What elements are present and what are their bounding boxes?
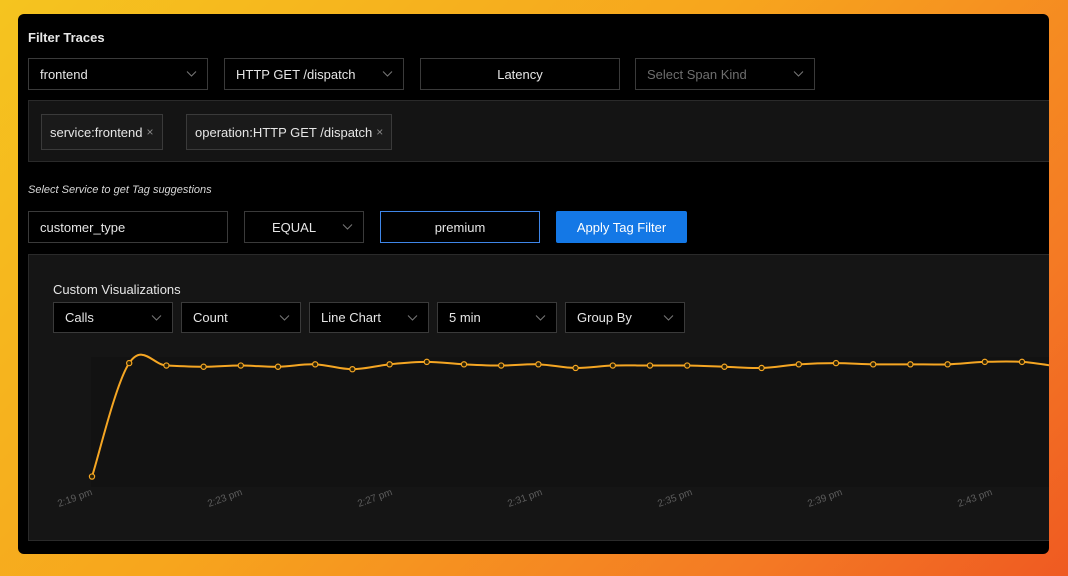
x-tick-label: 2:23 pm: [206, 487, 244, 510]
data-point: [237, 362, 244, 369]
selected-tags-box: service:frontend × operation:HTTP GET /d…: [28, 100, 1049, 162]
data-point: [721, 363, 728, 370]
group-by-select[interactable]: Group By: [565, 302, 685, 333]
latency-button[interactable]: Latency: [420, 58, 620, 90]
data-point: [758, 364, 765, 372]
data-point: [572, 364, 579, 372]
latency-label: Latency: [497, 66, 543, 82]
data-point: [609, 362, 617, 369]
data-point: [795, 361, 803, 368]
span-kind-placeholder: Select Span Kind: [647, 66, 747, 82]
data-point: [423, 358, 430, 366]
plot-area: [91, 357, 1049, 487]
tag-value: premium: [434, 219, 486, 235]
chevron-down-icon: [279, 312, 290, 323]
tag-hint: Select Service to get Tag suggestions: [28, 184, 212, 196]
data-point: [684, 362, 691, 369]
interval-select[interactable]: 5 min: [437, 302, 557, 333]
data-point: [88, 473, 96, 480]
data-point: [944, 361, 951, 368]
chart-type-value: Line Chart: [321, 310, 381, 325]
service-value: frontend: [40, 66, 88, 82]
data-point: [200, 363, 207, 370]
operation-value: HTTP GET /dispatch: [236, 66, 356, 82]
data-point: [907, 361, 914, 368]
operator-value: EQUAL: [272, 219, 317, 235]
data-point: [535, 361, 542, 368]
data-point: [870, 361, 877, 368]
data-point: [163, 362, 170, 369]
operator-select[interactable]: EQUAL: [244, 211, 364, 243]
aggregation-value: Count: [193, 310, 228, 325]
close-icon[interactable]: ×: [147, 125, 154, 139]
data-point: [274, 363, 282, 370]
data-point: [1018, 358, 1026, 366]
data-point: [125, 359, 133, 367]
chevron-down-icon: [535, 312, 546, 323]
chevron-down-icon: [407, 312, 418, 323]
chevron-down-icon: [151, 312, 162, 323]
tag-chip-service[interactable]: service:frontend ×: [41, 114, 163, 150]
tag-key-value: customer_type: [40, 219, 126, 235]
group-by-value: Group By: [577, 310, 632, 325]
span-kind-select[interactable]: Select Span Kind: [635, 58, 815, 90]
data-point: [460, 361, 468, 368]
chevron-down-icon: [663, 312, 674, 323]
x-tick-label: 2:19 pm: [56, 487, 94, 510]
x-tick-label: 2:43 pm: [956, 487, 994, 510]
chart-type-select[interactable]: Line Chart: [309, 302, 429, 333]
chevron-down-icon: [382, 68, 393, 79]
interval-value: 5 min: [449, 310, 481, 325]
tag-chip-operation[interactable]: operation:HTTP GET /dispatch ×: [186, 114, 393, 150]
tag-value-input[interactable]: premium: [380, 211, 540, 243]
close-icon[interactable]: ×: [376, 125, 383, 139]
x-tick-label: 2:27 pm: [356, 487, 394, 510]
service-select[interactable]: frontend: [28, 58, 208, 90]
chevron-down-icon: [186, 68, 197, 79]
apply-tag-filter-button[interactable]: Apply Tag Filter: [556, 211, 687, 243]
filter-title: Filter Traces: [28, 30, 105, 45]
metric-select[interactable]: Calls: [53, 302, 173, 333]
x-tick-label: 2:35 pm: [656, 487, 694, 510]
tag-chip-label: service:frontend: [50, 124, 143, 140]
chevron-down-icon: [793, 68, 804, 79]
aggregation-select[interactable]: Count: [181, 302, 301, 333]
metric-value: Calls: [65, 310, 94, 325]
calls-line-chart: 2:19 pm 2:23 pm 2:27 pm 2:31 pm 2:35 pm 2:39 …: [56, 353, 1049, 510]
tag-key-input[interactable]: customer_type: [28, 211, 228, 243]
data-point: [386, 361, 393, 368]
data-point: [498, 362, 505, 369]
operation-select[interactable]: HTTP GET /dispatch: [224, 58, 404, 90]
viz-title: Custom Visualizations: [53, 282, 181, 297]
x-tick-label: 2:31 pm: [506, 487, 544, 510]
data-point: [832, 359, 840, 367]
x-tick-label: 2:39 pm: [806, 487, 844, 510]
custom-visualizations-panel: Custom Visualizations Calls Count Line C…: [28, 254, 1049, 541]
tag-chip-label: operation:HTTP GET /dispatch: [195, 124, 373, 140]
data-point: [646, 362, 654, 369]
data-point: [981, 358, 989, 366]
app-window: Filter Traces frontend HTTP GET /dispatc…: [18, 14, 1049, 554]
chevron-down-icon: [342, 221, 353, 232]
data-point: [349, 366, 356, 373]
data-point: [312, 361, 319, 368]
